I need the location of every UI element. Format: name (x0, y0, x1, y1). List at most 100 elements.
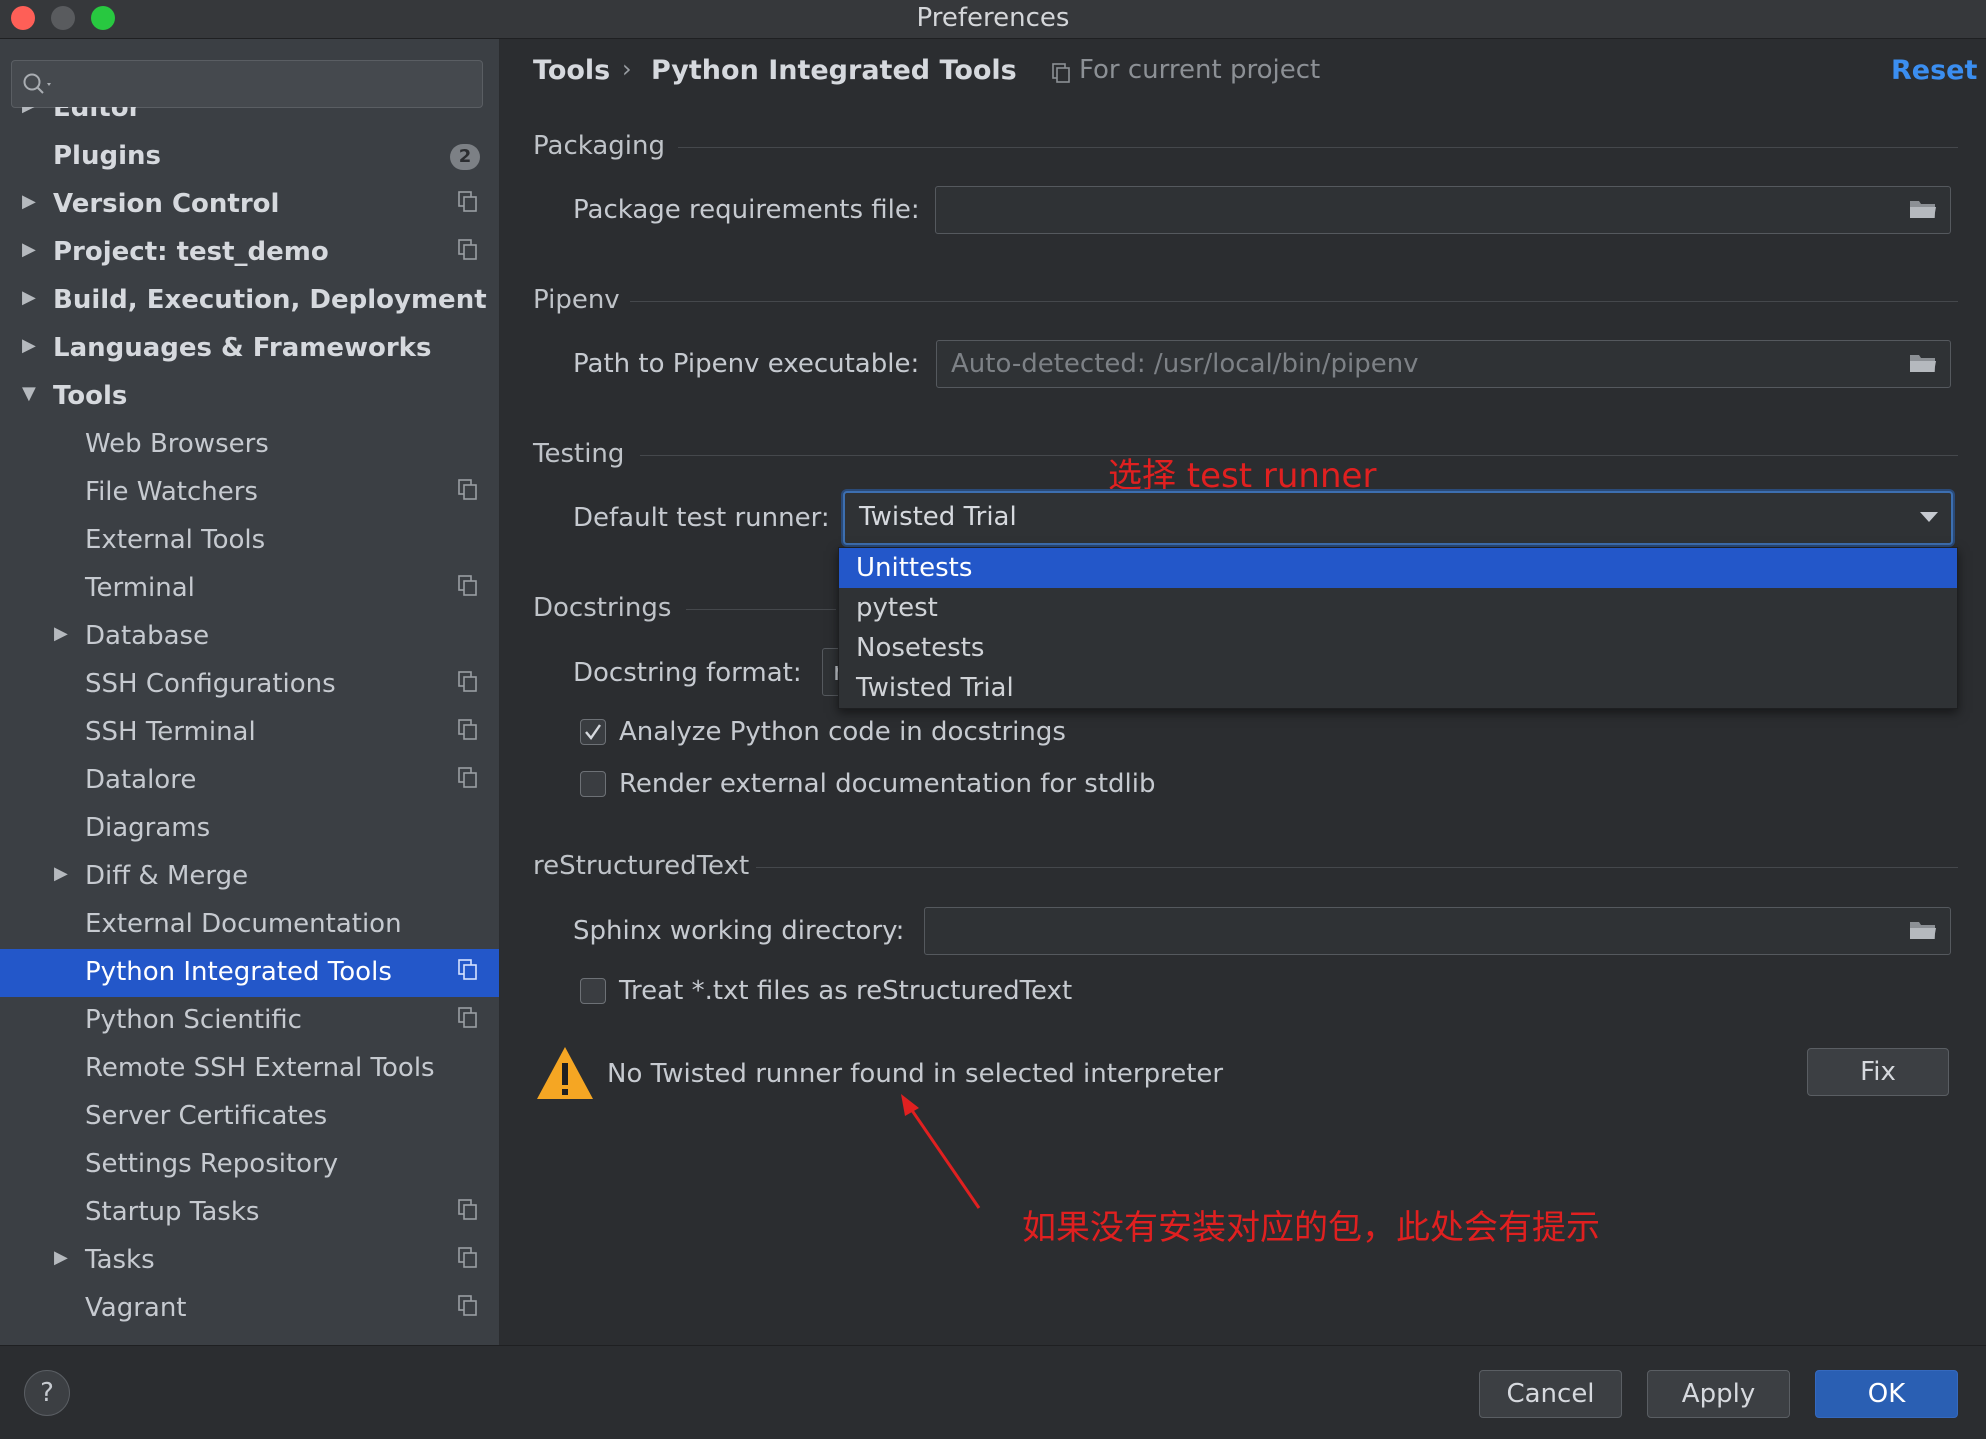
warning-icon (537, 1047, 593, 1099)
test-runner-dropdown-list: Unittests pytest Nosetests Twisted Trial (838, 547, 1958, 709)
sidebar-item-datalore[interactable]: Datalore (0, 757, 499, 805)
sidebar-item-label: Vagrant (85, 1293, 187, 1323)
collapse-arrow-icon[interactable]: ▶ (22, 191, 36, 212)
help-button[interactable]: ? (24, 1370, 70, 1416)
project-scope-icon (458, 1295, 477, 1316)
dropdown-option-unittests[interactable]: Unittests (839, 548, 1957, 588)
project-scope-icon (1052, 63, 1070, 83)
collapse-arrow-icon[interactable]: ▶ (22, 107, 36, 116)
reset-link[interactable]: Reset (1891, 55, 1977, 86)
folder-icon[interactable] (1908, 197, 1938, 221)
sidebar-item-vagrant[interactable]: Vagrant (0, 1285, 499, 1333)
dropdown-option-twisted-trial[interactable]: Twisted Trial (839, 668, 1957, 708)
sidebar-item-project-test-demo[interactable]: ▶ Project: test_demo (0, 229, 499, 277)
sidebar-item-label: External Documentation (85, 909, 402, 939)
sidebar-item-tools[interactable]: ▼ Tools (0, 373, 499, 421)
ok-button[interactable]: OK (1815, 1370, 1958, 1418)
collapse-arrow-icon[interactable]: ▶ (22, 335, 36, 356)
collapse-arrow-icon[interactable]: ▶ (54, 1247, 68, 1268)
collapse-arrow-icon[interactable]: ▶ (22, 287, 36, 308)
sidebar-item-plugins[interactable]: Plugins 2 (0, 133, 499, 181)
breadcrumb-parent[interactable]: Tools (533, 55, 610, 86)
search-input[interactable] (11, 60, 483, 108)
sidebar-item-label: Project: test_demo (53, 237, 329, 267)
cancel-button[interactable]: Cancel (1479, 1370, 1622, 1418)
warning-message: No Twisted runner found in selected inte… (607, 1059, 1224, 1089)
sidebar-item-languages-frameworks[interactable]: ▶ Languages & Frameworks (0, 325, 499, 373)
folder-icon[interactable] (1908, 351, 1938, 375)
render-external-docs-checkbox[interactable] (580, 771, 606, 797)
breadcrumb-separator: › (622, 55, 632, 83)
package-requirements-field[interactable] (935, 186, 1951, 234)
sidebar-item-diagrams[interactable]: Diagrams (0, 805, 499, 853)
sidebar-item-label: Startup Tasks (85, 1197, 260, 1227)
pipenv-path-label: Path to Pipenv executable: (573, 349, 920, 379)
sidebar-item-label: Web Browsers (85, 429, 269, 459)
dropdown-option-pytest[interactable]: pytest (839, 588, 1957, 628)
sidebar-item-ssh-configurations[interactable]: SSH Configurations (0, 661, 499, 709)
sidebar-item-settings-repository[interactable]: Settings Repository (0, 1141, 499, 1189)
analyze-docstrings-label[interactable]: Analyze Python code in docstrings (619, 717, 1066, 747)
dropdown-option-label: Twisted Trial (856, 673, 1014, 703)
sidebar-item-label: External Tools (85, 525, 266, 555)
annotation-hint: 如果没有安装对应的包，此处会有提示 (1022, 1208, 1600, 1248)
sidebar-item-external-documentation[interactable]: External Documentation (0, 901, 499, 949)
sidebar-item-label: Diff & Merge (85, 861, 249, 891)
collapse-arrow-icon[interactable]: ▶ (54, 623, 68, 644)
sidebar-item-python-scientific[interactable]: Python Scientific (0, 997, 499, 1045)
sidebar-item-label: Tasks (85, 1245, 155, 1275)
sidebar-item-label: SSH Terminal (85, 717, 256, 747)
dropdown-option-label: Unittests (856, 553, 973, 583)
dropdown-option-nosetests[interactable]: Nosetests (839, 628, 1957, 668)
sidebar-item-web-browsers[interactable]: Web Browsers (0, 421, 499, 469)
sidebar-item-ssh-terminal[interactable]: SSH Terminal (0, 709, 499, 757)
project-scope-icon (458, 239, 477, 260)
sidebar-item-database[interactable]: ▶ Database (0, 613, 499, 661)
dropdown-option-label: Nosetests (856, 633, 985, 663)
sidebar-item-editor[interactable]: ▶ Editor (0, 107, 499, 133)
treat-txt-checkbox[interactable] (580, 978, 606, 1004)
collapse-arrow-icon[interactable]: ▶ (54, 863, 68, 884)
folder-icon[interactable] (1908, 918, 1938, 942)
treat-txt-label[interactable]: Treat *.txt files as reStructuredText (619, 976, 1072, 1006)
project-scope-icon (458, 671, 477, 692)
sidebar-item-python-integrated-tools[interactable]: Python Integrated Tools (0, 949, 499, 997)
sidebar-item-file-watchers[interactable]: File Watchers (0, 469, 499, 517)
annotation-select-runner: 选择 test runner (1108, 456, 1377, 496)
update-count-badge: 2 (450, 144, 480, 170)
title-bar: Preferences (0, 0, 1986, 39)
sidebar-item-terminal[interactable]: Terminal (0, 565, 499, 613)
pipenv-path-field[interactable]: Auto-detected: /usr/local/bin/pipenv (936, 340, 1951, 388)
sidebar-item-startup-tasks[interactable]: Startup Tasks (0, 1189, 499, 1237)
sphinx-directory-field[interactable] (924, 907, 1951, 955)
sidebar-item-external-tools[interactable]: External Tools (0, 517, 499, 565)
sidebar-item-label: File Watchers (85, 477, 258, 507)
scope-label: For current project (1079, 55, 1321, 85)
sidebar-item-label: Version Control (53, 189, 280, 219)
sidebar-item-diff-merge[interactable]: ▶ Diff & Merge (0, 853, 499, 901)
default-test-runner-select[interactable]: Twisted Trial (843, 491, 1953, 545)
checkmark-icon (585, 724, 601, 740)
apply-button[interactable]: Apply (1647, 1370, 1790, 1418)
project-scope-icon (458, 719, 477, 740)
restructuredtext-section-title: reStructuredText (533, 851, 750, 881)
analyze-docstrings-checkbox[interactable] (580, 719, 606, 745)
sidebar-item-server-certificates[interactable]: Server Certificates (0, 1093, 499, 1141)
sidebar-item-build-execution-deployment[interactable]: ▶ Build, Execution, Deployment (0, 277, 499, 325)
project-scope-icon (458, 959, 477, 980)
section-divider (686, 609, 836, 610)
fix-button[interactable]: Fix (1807, 1048, 1949, 1096)
project-scope-icon (458, 1199, 477, 1220)
project-scope-icon (458, 1247, 477, 1268)
chevron-down-icon (1920, 512, 1938, 522)
expand-arrow-icon[interactable]: ▼ (22, 383, 36, 404)
sidebar-item-label: Terminal (85, 573, 195, 603)
sidebar-item-tasks[interactable]: ▶ Tasks (0, 1237, 499, 1285)
sidebar-item-version-control[interactable]: ▶ Version Control (0, 181, 499, 229)
sidebar-item-label: Diagrams (85, 813, 211, 843)
render-external-docs-label[interactable]: Render external documentation for stdlib (619, 769, 1155, 799)
collapse-arrow-icon[interactable]: ▶ (22, 239, 36, 260)
sidebar-item-label: Python Scientific (85, 1005, 302, 1035)
project-scope-icon (458, 767, 477, 788)
sidebar-item-remote-ssh-external-tools[interactable]: Remote SSH External Tools (0, 1045, 499, 1093)
